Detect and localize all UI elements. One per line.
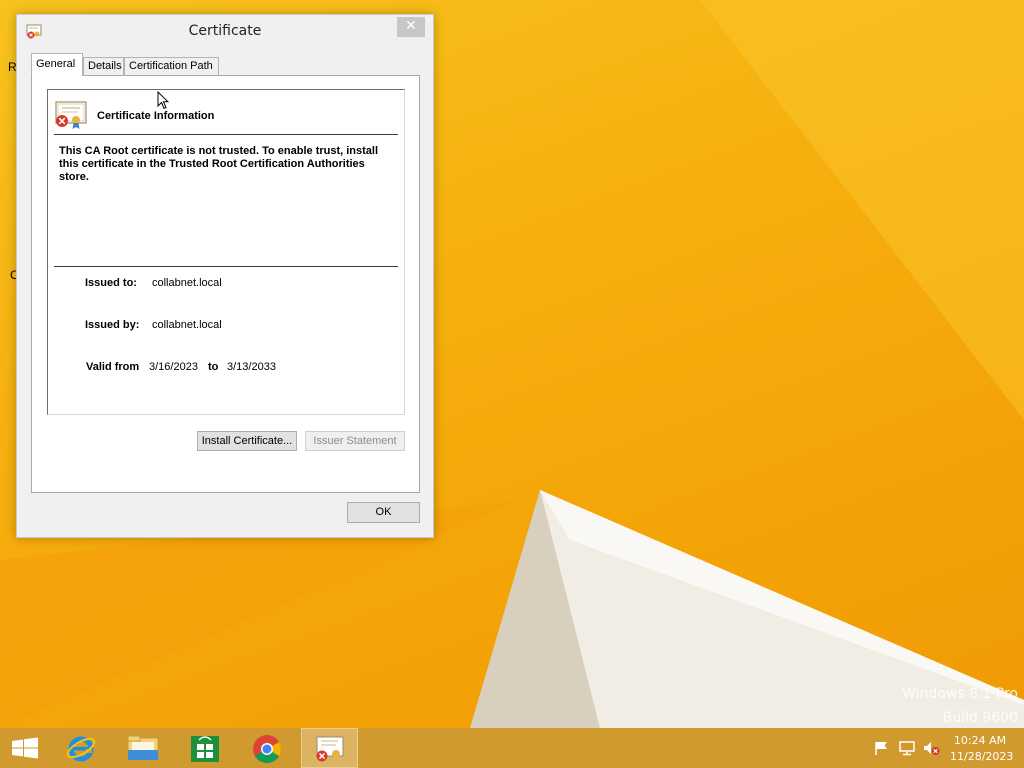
ok-button[interactable]: OK [347, 502, 420, 523]
issued-by-label: Issued by: [85, 319, 140, 331]
valid-from-value: 3/16/2023 [149, 361, 198, 373]
certificate-information-heading: Certificate Information [97, 110, 215, 122]
taskbar: 10:24 AM 11/28/2023 [0, 728, 1024, 768]
valid-from-label: Valid from [86, 361, 140, 373]
issued-to-value: collabnet.local [152, 277, 222, 289]
title-bar[interactable]: Certificate ✕ [17, 15, 433, 47]
taskbar-store[interactable] [180, 728, 230, 768]
system-clock[interactable]: 10:24 AM 11/28/2023 [950, 733, 1014, 765]
trust-warning-text: This CA Root certificate is not trusted.… [59, 145, 379, 183]
issued-by-value: collabnet.local [152, 319, 222, 331]
chrome-icon [253, 735, 281, 763]
tab-details[interactable]: Details [83, 57, 124, 75]
volume-muted-icon[interactable] [922, 740, 940, 756]
general-tab-panel: Certificate Information This CA Root cer… [31, 75, 420, 493]
divider [54, 134, 398, 135]
clock-time: 10:24 AM [953, 734, 1007, 747]
certificate-icon [316, 736, 344, 762]
flag-icon[interactable] [873, 740, 891, 756]
certificate-information-box: Certificate Information This CA Root cer… [47, 89, 405, 415]
windows-build-watermark: Build 9600 [942, 710, 1018, 726]
file-explorer-icon [127, 735, 159, 761]
certificate-dialog: Certificate ✕ General Details Certificat… [16, 14, 434, 538]
window-title: Certificate [188, 23, 262, 39]
mouse-cursor-icon [157, 91, 169, 110]
install-certificate-button[interactable]: Install Certificate... [197, 431, 297, 451]
tab-certification-path[interactable]: Certification Path [124, 57, 219, 75]
taskbar-certificate-window[interactable] [301, 728, 358, 768]
divider [54, 266, 398, 267]
start-icon [12, 737, 38, 759]
taskbar-file-explorer[interactable] [118, 728, 168, 768]
store-icon [191, 736, 219, 762]
internet-explorer-icon [66, 736, 96, 762]
valid-to-label: to [208, 361, 219, 373]
taskbar-chrome[interactable] [242, 728, 292, 768]
network-icon[interactable] [898, 740, 916, 756]
taskbar-internet-explorer[interactable] [56, 728, 106, 768]
certificate-error-icon [55, 101, 87, 129]
windows-edition-watermark: Windows 8.1 Pro [902, 686, 1018, 702]
issued-to-label: Issued to: [85, 277, 137, 289]
start-button[interactable] [0, 728, 50, 768]
issuer-statement-button[interactable]: Issuer Statement [305, 431, 405, 451]
close-button[interactable]: ✕ [397, 17, 425, 37]
clock-date: 11/28/2023 [950, 750, 1014, 763]
tab-general[interactable]: General [31, 53, 83, 76]
valid-to-value: 3/13/2033 [227, 361, 276, 373]
